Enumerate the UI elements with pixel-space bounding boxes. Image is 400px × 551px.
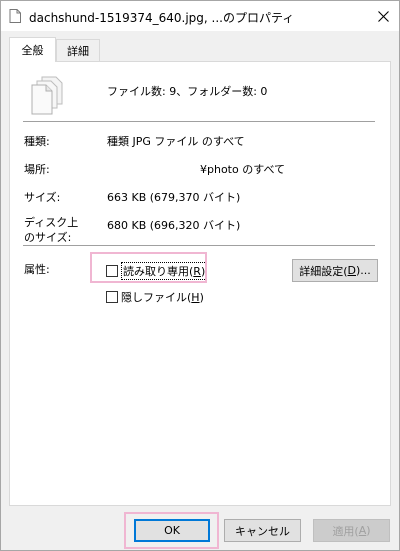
separator — [23, 121, 375, 122]
properties-dialog: dachshund-1519374_640.jpg, ...のプロパティ 全般 … — [0, 0, 400, 551]
cancel-button[interactable]: キャンセル — [224, 519, 301, 542]
multiple-files-icon — [30, 76, 64, 116]
disk-size-label-line1: ディスク上 — [24, 216, 79, 229]
title-bar: dachshund-1519374_640.jpg, ...のプロパティ — [1, 1, 399, 31]
general-tab-panel: ファイル数: 9、フォルダー数: 0 種類: 種類 JPG ファイル のすべて … — [9, 61, 391, 506]
type-label: 種類: — [24, 135, 50, 148]
tab-general[interactable]: 全般 — [9, 37, 56, 62]
type-value: 種類 JPG ファイル のすべて — [107, 135, 245, 148]
apply-button[interactable]: 適用(A) — [313, 519, 390, 542]
window-title: dachshund-1519374_640.jpg, ...のプロパティ — [29, 11, 295, 25]
readonly-checkbox-box[interactable] — [106, 265, 118, 277]
tab-details[interactable]: 詳細 — [56, 39, 100, 61]
disk-size-value: 680 KB (696,320 バイト) — [107, 219, 241, 232]
size-value: 663 KB (679,370 バイト) — [107, 191, 241, 204]
document-icon — [9, 9, 21, 23]
hidden-checkbox-box[interactable] — [106, 291, 118, 303]
location-value: ¥photo のすべて — [200, 163, 286, 176]
readonly-checkbox-label: 読み取り専用(R) — [121, 262, 208, 280]
hidden-checkbox-label: 隠しファイル(H) — [121, 291, 204, 304]
advanced-button[interactable]: 詳細設定(D)... — [292, 259, 378, 282]
close-button[interactable] — [369, 3, 397, 29]
hidden-checkbox[interactable]: 隠しファイル(H) — [106, 289, 204, 305]
file-count-summary: ファイル数: 9、フォルダー数: 0 — [107, 85, 268, 98]
readonly-checkbox[interactable]: 読み取り専用(R) — [106, 262, 208, 280]
close-icon — [377, 10, 389, 22]
separator — [23, 245, 375, 246]
ok-button[interactable]: OK — [134, 519, 210, 542]
attributes-label: 属性: — [24, 263, 50, 276]
size-label: サイズ: — [24, 191, 61, 204]
disk-size-label-line2: のサイズ: — [24, 231, 72, 244]
location-label: 場所: — [24, 163, 50, 176]
